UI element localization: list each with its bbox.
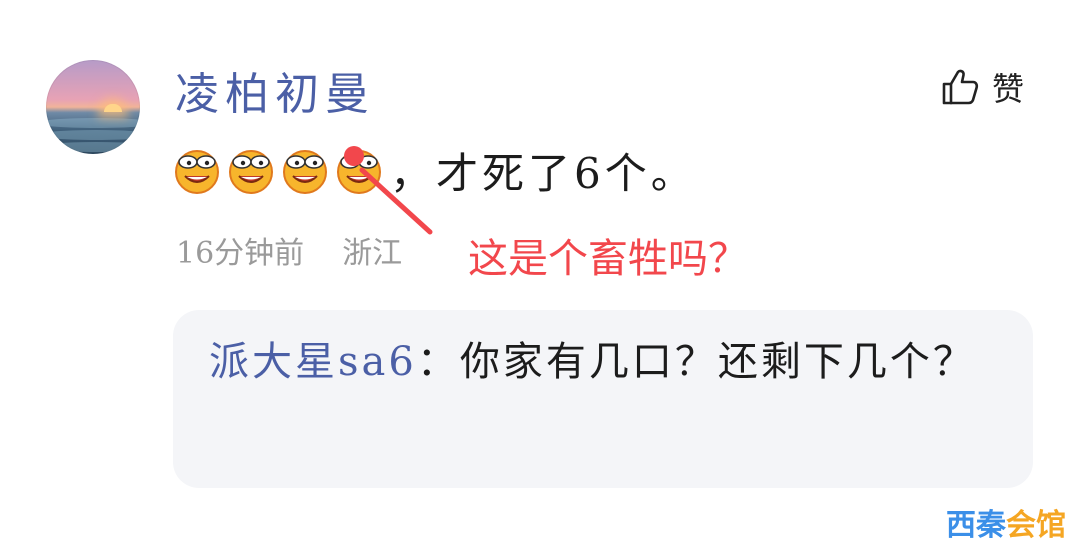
comment-username[interactable]: 凌柏初曼	[175, 58, 375, 122]
avatar-wave	[46, 130, 140, 140]
avatar-sun	[104, 104, 122, 112]
comment-location: 浙江	[342, 236, 403, 271]
reply-separator: ：	[416, 339, 460, 385]
avatar-wave	[46, 118, 140, 128]
smirk-emoji-icon	[175, 150, 219, 194]
smirk-emoji-icon	[337, 150, 381, 194]
reply-box[interactable]: 派大星sa6：你家有几口？还剩下几个？	[173, 310, 1033, 488]
comment-meta: 16分钟前 浙江	[176, 228, 402, 272]
watermark-logo: 西秦会馆	[946, 500, 1066, 540]
comment-body: ，才死了6个。	[172, 140, 697, 200]
watermark-char: 会	[1006, 508, 1036, 540]
avatar-wave	[46, 142, 140, 152]
comment-time: 16分钟前	[176, 236, 305, 271]
reply-text: 你家有几口？还剩下几个？	[459, 339, 976, 385]
avatar[interactable]	[46, 60, 140, 154]
watermark-char: 馆	[1036, 508, 1066, 540]
reply-author[interactable]: 派大星sa6	[209, 339, 417, 385]
smirk-emoji-icon	[283, 150, 327, 194]
comment-text: ，才死了6个。	[390, 148, 697, 198]
watermark-char: 秦	[976, 508, 1006, 540]
watermark-char: 西	[946, 508, 976, 540]
reply-content: 派大星sa6：你家有几口？还剩下几个？	[209, 332, 999, 392]
thumbs-up-icon	[942, 69, 979, 105]
smirk-emoji-icon	[229, 150, 273, 194]
annotation-text: 这是个畜牲吗？	[468, 236, 748, 282]
like-label: 赞	[992, 70, 1025, 108]
like-button[interactable]: 赞	[940, 64, 1024, 110]
